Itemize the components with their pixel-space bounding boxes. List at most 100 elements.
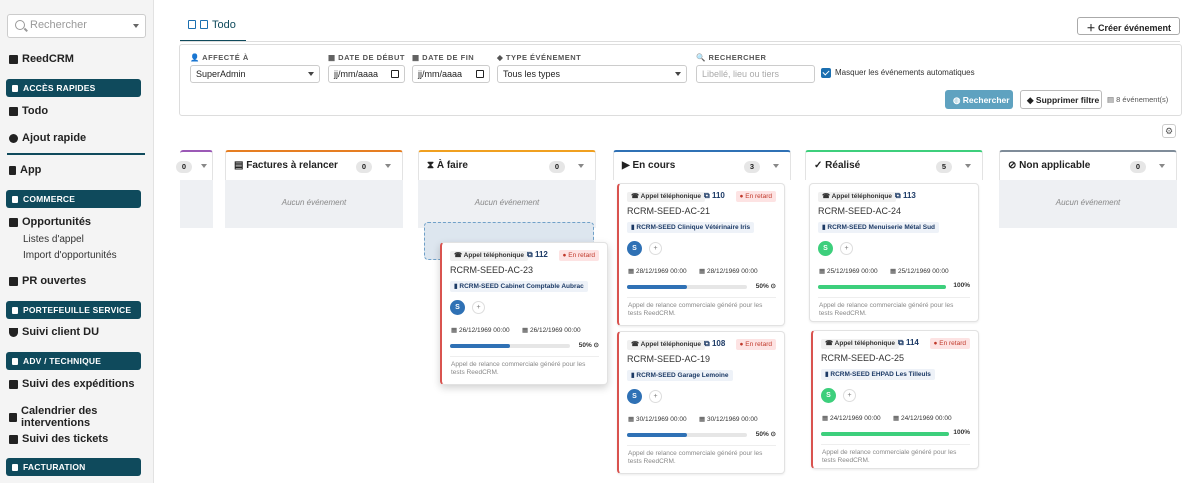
late-badge: ● En retard <box>735 339 776 350</box>
clipboard-check-icon <box>200 20 208 29</box>
sidebar-item-home[interactable]: ReedCRM <box>9 53 74 65</box>
start-date: ▦ 28/12/1969 00:00 <box>628 268 687 275</box>
calendar-icon <box>391 70 399 78</box>
company-badge[interactable]: ▮ RCRM-SEED Clinique Vétérinaire Iris <box>627 222 755 233</box>
sidebar-item-app[interactable]: App <box>9 164 41 176</box>
sidebar-item-suivi-client[interactable]: Suivi client DU <box>9 326 99 338</box>
file-invoice-icon: ▤ <box>234 160 247 171</box>
event-type-badge: ☎ Appel téléphonique <box>450 251 528 261</box>
sidebar-item-tickets[interactable]: Suivi des tickets <box>9 433 108 445</box>
filter-search-label: 🔍 RECHERCHER <box>696 53 767 62</box>
plus-icon: ＋ <box>1086 23 1098 33</box>
add-user-icon[interactable]: + <box>843 389 856 402</box>
assignee-select[interactable]: SuperAdmin <box>190 65 320 83</box>
event-link[interactable]: ⧉ 113 <box>895 191 916 201</box>
tab-todo[interactable]: Todo <box>180 14 246 42</box>
plus-circle-icon <box>9 133 18 143</box>
sidebar-item-expeditions[interactable]: Suivi des expéditions <box>9 378 134 390</box>
file-icon <box>9 276 18 286</box>
sidebar-item-ajout-rapide[interactable]: Ajout rapide <box>9 132 86 144</box>
start-date: ▦ 30/12/1969 00:00 <box>628 416 687 423</box>
section-facturation: FACTURATION <box>6 458 141 476</box>
column-factures: ▤ Factures à relancer 0 Aucun événement <box>225 150 403 265</box>
chevron-down-icon[interactable] <box>773 164 779 168</box>
end-date: ▦ 30/12/1969 00:00 <box>699 416 758 423</box>
avatar[interactable]: S <box>821 388 836 403</box>
event-card[interactable]: ☎ Appel téléphonique ⧉ 114 ● En retard R… <box>811 330 979 469</box>
event-description: Appel de relance commerciale généré pour… <box>628 302 763 317</box>
progress-fill <box>627 433 687 437</box>
avatar[interactable]: S <box>450 300 465 315</box>
chevron-down-icon <box>675 72 681 76</box>
divider <box>7 153 145 155</box>
sidebar-subitem-listes[interactable]: Listes d'appel <box>23 234 84 245</box>
event-card[interactable]: ☎ Appel téléphonique ⧉ 113 RCRM-SEED-AC-… <box>809 183 979 322</box>
end-date-input[interactable]: jj/mm/aaaa <box>412 65 490 83</box>
ticket-icon <box>9 434 18 444</box>
company-badge[interactable]: ▮ RCRM-SEED Menuiserie Métal Sud <box>818 222 940 233</box>
events-count: ▤ 8 événement(s) <box>1107 95 1169 104</box>
event-description: Appel de relance commerciale généré pour… <box>628 450 763 465</box>
hourglass-icon: ⧗ <box>427 160 437 171</box>
event-link[interactable]: ⧉ 108 <box>704 339 725 349</box>
progress-fill <box>450 344 510 348</box>
avatar[interactable]: S <box>627 389 642 404</box>
late-badge: ● En retard <box>929 338 970 349</box>
event-type-select[interactable]: Tous les types <box>497 65 687 83</box>
progress-percent: 50% ⊙ <box>755 283 776 290</box>
gear-icon[interactable]: ⚙ <box>1162 124 1176 138</box>
chevron-down-icon[interactable] <box>965 164 971 168</box>
column-header: ▤ Factures à relancer 0 <box>225 150 403 180</box>
add-user-icon[interactable]: + <box>472 301 485 314</box>
end-date: ▦ 28/12/1969 00:00 <box>699 268 758 275</box>
start-date: ▦ 26/12/1969 00:00 <box>451 327 510 334</box>
event-link[interactable]: ⧉ 114 <box>898 338 919 348</box>
start-date-input[interactable]: jj/mm/aaaa <box>328 65 405 83</box>
event-card[interactable]: ☎ Appel téléphonique ⧉ 108 ● En retard R… <box>617 331 785 474</box>
sidebar-item-calendrier[interactable]: Calendrier des interventions <box>9 405 153 429</box>
company-badge[interactable]: ▮ RCRM-SEED Cabinet Comptable Aubrac <box>450 281 588 292</box>
add-user-icon[interactable]: + <box>840 242 853 255</box>
avatar[interactable]: S <box>818 241 833 256</box>
divider <box>821 444 970 445</box>
add-user-icon[interactable]: + <box>649 390 662 403</box>
chevron-down-icon <box>133 24 139 28</box>
event-card[interactable]: ☎ Appel téléphonique ⧉ 110 ● En retard R… <box>617 183 785 326</box>
avatar[interactable]: S <box>627 241 642 256</box>
chevron-down-icon[interactable] <box>201 164 207 168</box>
search-button[interactable]: ◍ Rechercher <box>945 90 1013 109</box>
chevron-down-icon <box>308 72 314 76</box>
clear-filter-button[interactable]: ◆ Supprimer filtre <box>1020 90 1102 109</box>
column-empty: Aucun événement <box>999 180 1177 228</box>
clipboard-check-icon <box>188 20 196 29</box>
event-link[interactable]: ⧉ 110 <box>704 191 725 201</box>
truck-icon <box>9 379 18 389</box>
create-event-button[interactable]: ＋ Créer événement <box>1077 17 1180 35</box>
sidebar-item-opportunites[interactable]: Opportunités <box>9 216 91 228</box>
progress-fill <box>818 285 946 289</box>
event-card-dragging[interactable]: ☎ Appel téléphonique ⧉ 112 ● En retard R… <box>440 242 608 385</box>
sidebar-search-input[interactable]: Rechercher <box>7 14 146 38</box>
company-badge[interactable]: ▮ RCRM-SEED EHPAD Les Tilleuls <box>821 369 935 380</box>
add-user-icon[interactable]: + <box>649 242 662 255</box>
clipboard-icon <box>9 106 18 116</box>
end-date: ▦ 26/12/1969 00:00 <box>522 327 581 334</box>
chevron-down-icon[interactable] <box>1159 164 1165 168</box>
event-link[interactable]: ⧉ 112 <box>527 250 548 260</box>
event-code: RCRM-SEED-AC-24 <box>818 206 902 216</box>
chevron-down-icon[interactable] <box>578 164 584 168</box>
filter-debut-label: ▦ DATE DE DÉBUT <box>328 53 405 62</box>
sidebar-item-pr[interactable]: PR ouvertes <box>9 275 86 287</box>
column-empty: Aucun événement <box>225 180 403 228</box>
progress-bar <box>627 433 747 437</box>
sidebar-subitem-import[interactable]: Import d'opportunités <box>23 250 117 261</box>
event-search-input[interactable]: Libellé, lieu ou tiers <box>696 65 815 83</box>
bolt-icon <box>12 85 18 92</box>
hide-auto-events-checkbox[interactable] <box>821 68 831 78</box>
divider <box>627 445 776 446</box>
company-badge[interactable]: ▮ RCRM-SEED Garage Lemoine <box>627 370 733 381</box>
column-count: 0 <box>356 161 372 173</box>
progress-percent: 100% <box>953 429 970 436</box>
chevron-down-icon[interactable] <box>385 164 391 168</box>
sidebar-item-todo[interactable]: Todo <box>9 105 48 117</box>
